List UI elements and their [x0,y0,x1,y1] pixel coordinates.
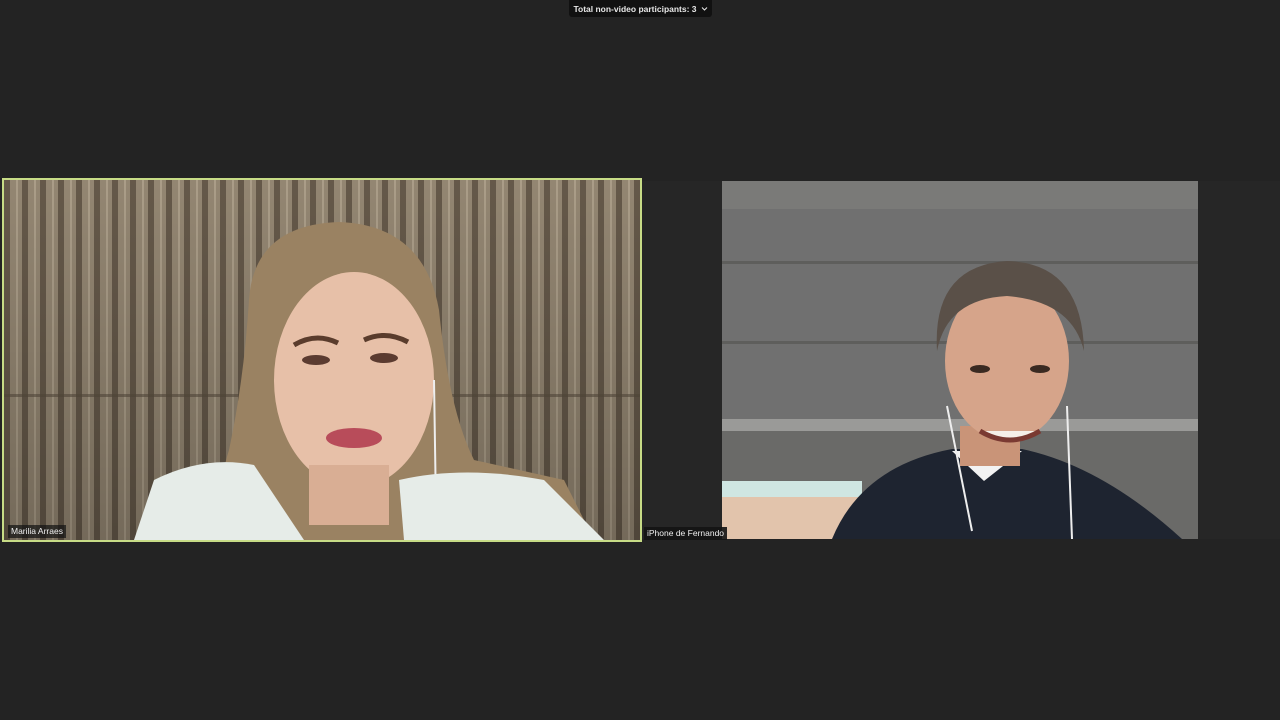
tile-gap [642,181,722,539]
non-video-participants-dropdown[interactable]: Total non-video participants: 3 [569,0,712,17]
video-tile-fernando[interactable] [722,181,1198,539]
participant-video-feed [722,181,1198,539]
participant-name-label: iPhone de Fernando [644,527,728,540]
tile-gap [1198,181,1280,539]
participant-name-label: Marilia Arraes [8,525,66,538]
participant-video-feed [4,180,640,540]
chevron-down-icon [701,5,708,12]
video-tile-marilia[interactable]: Marilia Arraes [2,178,642,542]
meeting-stage: Total non-video participants: 3 Marilia … [0,0,1280,720]
non-video-participants-label: Total non-video participants: 3 [573,3,697,14]
